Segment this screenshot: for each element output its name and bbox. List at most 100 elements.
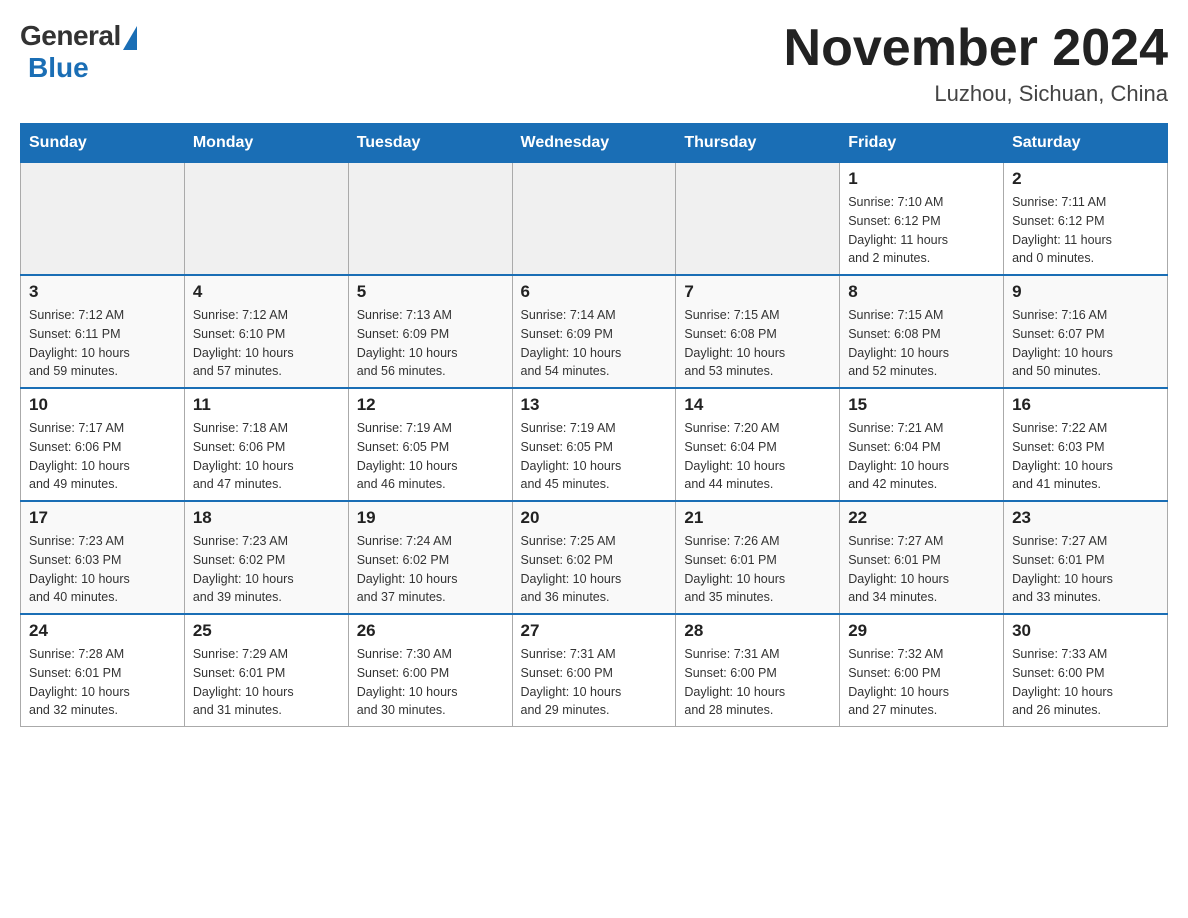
day-number: 16	[1012, 395, 1159, 415]
day-info: Sunrise: 7:19 AM Sunset: 6:05 PM Dayligh…	[357, 419, 504, 494]
header-wednesday: Wednesday	[512, 124, 676, 163]
day-number: 27	[521, 621, 668, 641]
table-row: 16 Sunrise: 7:22 AM Sunset: 6:03 PM Dayli…	[1004, 388, 1168, 501]
day-info: Sunrise: 7:20 AM Sunset: 6:04 PM Dayligh…	[684, 419, 831, 494]
day-info: Sunrise: 7:15 AM Sunset: 6:08 PM Dayligh…	[684, 306, 831, 381]
logo: General Blue	[20, 20, 137, 84]
day-number: 15	[848, 395, 995, 415]
day-number: 18	[193, 508, 340, 528]
table-row: 14 Sunrise: 7:20 AM Sunset: 6:04 PM Dayli…	[676, 388, 840, 501]
day-number: 21	[684, 508, 831, 528]
table-row: 8 Sunrise: 7:15 AM Sunset: 6:08 PM Daylig…	[840, 275, 1004, 388]
calendar-week-row: 24 Sunrise: 7:28 AM Sunset: 6:01 PM Dayli…	[21, 614, 1168, 727]
table-row: 30 Sunrise: 7:33 AM Sunset: 6:00 PM Dayli…	[1004, 614, 1168, 727]
table-row: 29Sunrise: 7:32 AM Sunset: 6:00 PM Dayli…	[840, 614, 1004, 727]
day-info: Sunrise: 7:11 AM Sunset: 6:12 PM Dayligh…	[1012, 193, 1159, 268]
table-row	[184, 163, 348, 276]
table-row	[21, 163, 185, 276]
day-number: 4	[193, 282, 340, 302]
day-info: Sunrise: 7:12 AM Sunset: 6:10 PM Dayligh…	[193, 306, 340, 381]
header-saturday: Saturday	[1004, 124, 1168, 163]
table-row: 9 Sunrise: 7:16 AM Sunset: 6:07 PM Daylig…	[1004, 275, 1168, 388]
day-number: 6	[521, 282, 668, 302]
title-area: November 2024 Luzhou, Sichuan, China	[784, 20, 1168, 107]
day-info: Sunrise: 7:31 AM Sunset: 6:00 PM Dayligh…	[521, 645, 668, 720]
table-row: 13 Sunrise: 7:19 AM Sunset: 6:05 PM Dayli…	[512, 388, 676, 501]
day-info: Sunrise: 7:17 AM Sunset: 6:06 PM Dayligh…	[29, 419, 176, 494]
table-row: 18Sunrise: 7:23 AM Sunset: 6:02 PM Dayli…	[184, 501, 348, 614]
table-row: 12 Sunrise: 7:19 AM Sunset: 6:05 PM Dayli…	[348, 388, 512, 501]
day-number: 25	[193, 621, 340, 641]
day-number: 17	[29, 508, 176, 528]
day-info: Sunrise: 7:24 AM Sunset: 6:02 PM Dayligh…	[357, 532, 504, 607]
day-info: Sunrise: 7:16 AM Sunset: 6:07 PM Dayligh…	[1012, 306, 1159, 381]
day-number: 8	[848, 282, 995, 302]
day-number: 5	[357, 282, 504, 302]
day-number: 12	[357, 395, 504, 415]
day-info: Sunrise: 7:28 AM Sunset: 6:01 PM Dayligh…	[29, 645, 176, 720]
day-info: Sunrise: 7:12 AM Sunset: 6:11 PM Dayligh…	[29, 306, 176, 381]
table-row: 24 Sunrise: 7:28 AM Sunset: 6:01 PM Dayli…	[21, 614, 185, 727]
table-row	[512, 163, 676, 276]
day-number: 9	[1012, 282, 1159, 302]
day-number: 30	[1012, 621, 1159, 641]
day-info: Sunrise: 7:22 AM Sunset: 6:03 PM Dayligh…	[1012, 419, 1159, 494]
table-row: 1 Sunrise: 7:10 AM Sunset: 6:12 PM Daylig…	[840, 163, 1004, 276]
day-info: Sunrise: 7:32 AM Sunset: 6:00 PM Dayligh…	[848, 645, 995, 720]
table-row: 26 Sunrise: 7:30 AM Sunset: 6:00 PM Dayli…	[348, 614, 512, 727]
table-row: 2 Sunrise: 7:11 AM Sunset: 6:12 PM Daylig…	[1004, 163, 1168, 276]
day-number: 14	[684, 395, 831, 415]
header-monday: Monday	[184, 124, 348, 163]
calendar-week-row: 17Sunrise: 7:23 AM Sunset: 6:03 PM Dayli…	[21, 501, 1168, 614]
table-row: 3 Sunrise: 7:12 AM Sunset: 6:11 PM Daylig…	[21, 275, 185, 388]
table-row: 20Sunrise: 7:25 AM Sunset: 6:02 PM Dayli…	[512, 501, 676, 614]
table-row: 11Sunrise: 7:18 AM Sunset: 6:06 PM Dayli…	[184, 388, 348, 501]
day-info: Sunrise: 7:30 AM Sunset: 6:00 PM Dayligh…	[357, 645, 504, 720]
day-info: Sunrise: 7:15 AM Sunset: 6:08 PM Dayligh…	[848, 306, 995, 381]
day-number: 10	[29, 395, 176, 415]
day-number: 1	[848, 169, 995, 189]
logo-blue-text: Blue	[28, 52, 89, 84]
day-number: 28	[684, 621, 831, 641]
day-number: 11	[193, 395, 340, 415]
table-row: 10 Sunrise: 7:17 AM Sunset: 6:06 PM Dayli…	[21, 388, 185, 501]
day-info: Sunrise: 7:31 AM Sunset: 6:00 PM Dayligh…	[684, 645, 831, 720]
logo-triangle-icon	[123, 26, 137, 50]
table-row: 28 Sunrise: 7:31 AM Sunset: 6:00 PM Dayli…	[676, 614, 840, 727]
day-number: 22	[848, 508, 995, 528]
day-info: Sunrise: 7:10 AM Sunset: 6:12 PM Dayligh…	[848, 193, 995, 268]
day-info: Sunrise: 7:19 AM Sunset: 6:05 PM Dayligh…	[521, 419, 668, 494]
day-info: Sunrise: 7:26 AM Sunset: 6:01 PM Dayligh…	[684, 532, 831, 607]
calendar-week-row: 3 Sunrise: 7:12 AM Sunset: 6:11 PM Daylig…	[21, 275, 1168, 388]
day-number: 7	[684, 282, 831, 302]
day-info: Sunrise: 7:14 AM Sunset: 6:09 PM Dayligh…	[521, 306, 668, 381]
day-info: Sunrise: 7:21 AM Sunset: 6:04 PM Dayligh…	[848, 419, 995, 494]
table-row: 17Sunrise: 7:23 AM Sunset: 6:03 PM Dayli…	[21, 501, 185, 614]
calendar-title: November 2024	[784, 20, 1168, 77]
day-number: 3	[29, 282, 176, 302]
table-row: 15 Sunrise: 7:21 AM Sunset: 6:04 PM Dayli…	[840, 388, 1004, 501]
table-row: 25Sunrise: 7:29 AM Sunset: 6:01 PM Dayli…	[184, 614, 348, 727]
table-row: 22 Sunrise: 7:27 AM Sunset: 6:01 PM Dayli…	[840, 501, 1004, 614]
day-number: 24	[29, 621, 176, 641]
table-row	[348, 163, 512, 276]
calendar-week-row: 1 Sunrise: 7:10 AM Sunset: 6:12 PM Daylig…	[21, 163, 1168, 276]
calendar-week-row: 10 Sunrise: 7:17 AM Sunset: 6:06 PM Dayli…	[21, 388, 1168, 501]
logo-general-text: General	[20, 20, 121, 52]
day-number: 19	[357, 508, 504, 528]
day-number: 13	[521, 395, 668, 415]
header-tuesday: Tuesday	[348, 124, 512, 163]
day-info: Sunrise: 7:27 AM Sunset: 6:01 PM Dayligh…	[1012, 532, 1159, 607]
table-row	[676, 163, 840, 276]
header-thursday: Thursday	[676, 124, 840, 163]
day-number: 23	[1012, 508, 1159, 528]
table-row: 21 Sunrise: 7:26 AM Sunset: 6:01 PM Dayli…	[676, 501, 840, 614]
table-row: 7 Sunrise: 7:15 AM Sunset: 6:08 PM Daylig…	[676, 275, 840, 388]
day-number: 26	[357, 621, 504, 641]
day-number: 2	[1012, 169, 1159, 189]
day-info: Sunrise: 7:27 AM Sunset: 6:01 PM Dayligh…	[848, 532, 995, 607]
weekday-header-row: Sunday Monday Tuesday Wednesday Thursday…	[21, 124, 1168, 163]
day-info: Sunrise: 7:13 AM Sunset: 6:09 PM Dayligh…	[357, 306, 504, 381]
day-info: Sunrise: 7:33 AM Sunset: 6:00 PM Dayligh…	[1012, 645, 1159, 720]
day-info: Sunrise: 7:25 AM Sunset: 6:02 PM Dayligh…	[521, 532, 668, 607]
